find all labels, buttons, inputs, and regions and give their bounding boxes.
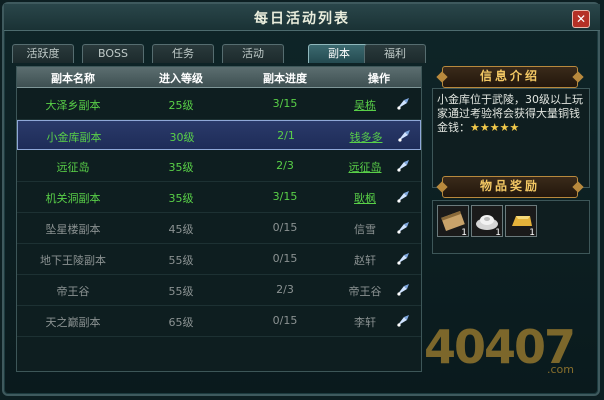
tab-boss[interactable]: BOSS [82, 44, 144, 63]
teleport-icon[interactable] [395, 96, 411, 110]
reward-label: 金钱： [437, 121, 470, 134]
info-description: 小金库位于武陵，30级以上玩家通过考验将会获得大量铜钱 [437, 93, 583, 120]
table-row[interactable]: 机关洞副本 35级 3/15 耿枫 [17, 182, 421, 213]
action-link[interactable]: 吴栋 [337, 97, 393, 113]
teleport-icon[interactable] [396, 128, 412, 142]
teleport-icon[interactable] [395, 251, 411, 265]
silver-ingot-icon[interactable]: 1 [471, 205, 503, 238]
teleport-icon[interactable] [395, 282, 411, 296]
dungeon-progress: 2/3 [276, 283, 294, 296]
entry-level: 55级 [168, 254, 194, 267]
table-row[interactable]: 远征岛 35级 2/3 远征岛 [17, 151, 421, 182]
watermark-suffix: .com [547, 363, 574, 376]
info-text: 小金库位于武陵，30级以上玩家通过考验将会获得大量铜钱 金钱：★★★★★ [437, 93, 585, 135]
entry-level: 35级 [168, 161, 194, 174]
info-box: 小金库位于武陵，30级以上玩家通过考验将会获得大量铜钱 金钱：★★★★★ [432, 88, 590, 188]
tab-events[interactable]: 活动 [222, 44, 284, 63]
action-link[interactable]: 信雪 [337, 221, 393, 237]
rating-stars: ★★★★★ [470, 121, 520, 134]
action-link[interactable]: 赵轩 [337, 252, 393, 268]
entry-level: 30级 [169, 131, 195, 144]
table-row[interactable]: 帝王谷 55级 2/3 帝王谷 [17, 275, 421, 306]
entry-level: 65级 [168, 316, 194, 329]
title-bar: 每日活动列表 ✕ [4, 4, 600, 31]
teleport-icon[interactable] [395, 220, 411, 234]
header-progress: 副本进度 [263, 72, 307, 85]
action-link[interactable]: 李轩 [337, 314, 393, 330]
dungeon-progress: 2/1 [277, 129, 295, 142]
dungeon-progress: 3/15 [272, 97, 298, 110]
table-row[interactable]: 大泽乡副本 25级 3/15 吴栋 [17, 89, 421, 120]
dungeon-name: 远征岛 [56, 161, 90, 174]
info-header: 信息介绍 [442, 66, 578, 88]
reward-box: 1 1 1 [432, 200, 590, 254]
site-watermark: 40407 .com [424, 320, 576, 380]
tab-welfare[interactable]: 福利 [364, 44, 426, 63]
gold-bar-icon[interactable]: 1 [505, 205, 537, 238]
rewards-header: 物品奖励 [442, 176, 578, 198]
table-row[interactable]: 地下王陵副本 55级 0/15 赵轩 [17, 244, 421, 275]
teleport-icon[interactable] [395, 158, 411, 172]
dungeon-progress: 0/15 [272, 314, 298, 327]
dungeon-name: 坠星楼副本 [45, 223, 101, 236]
action-link[interactable]: 远征岛 [337, 159, 393, 175]
teleport-icon[interactable] [395, 189, 411, 203]
header-name: 副本名称 [51, 72, 95, 85]
header-level: 进入等级 [159, 72, 203, 85]
close-button[interactable]: ✕ [572, 10, 590, 28]
action-link[interactable]: 帝王谷 [337, 283, 393, 299]
tab-activity[interactable]: 活跃度 [12, 44, 74, 63]
dungeon-name: 帝王谷 [56, 285, 90, 298]
tab-tasks[interactable]: 任务 [152, 44, 214, 63]
dungeon-name: 机关洞副本 [45, 192, 101, 205]
dungeon-name: 小金库副本 [46, 131, 102, 144]
teleport-icon[interactable] [395, 313, 411, 327]
dungeon-progress: 0/15 [272, 221, 298, 234]
action-link[interactable]: 钱多多 [338, 129, 394, 145]
dungeon-progress: 0/15 [272, 252, 298, 265]
dungeon-name: 天之巅副本 [45, 316, 101, 329]
dungeon-name: 地下王陵副本 [40, 254, 106, 267]
action-link[interactable]: 耿枫 [337, 190, 393, 206]
item-qty: 1 [529, 228, 535, 238]
dungeon-table: 副本名称 进入等级 副本进度 操作 大泽乡副本 25级 3/15 吴栋小金库副本 30级… [16, 66, 422, 372]
dungeon-progress: 3/15 [272, 190, 298, 203]
entry-level: 55级 [168, 285, 194, 298]
dialog-title: 每日活动列表 [254, 11, 350, 27]
item-qty: 1 [495, 228, 501, 238]
table-header: 副本名称 进入等级 副本进度 操作 [17, 67, 421, 88]
tab-dungeons[interactable]: 副本 [308, 44, 370, 63]
dungeon-name: 大泽乡副本 [45, 99, 101, 112]
table-row[interactable]: 坠星楼副本 45级 0/15 信雪 [17, 213, 421, 244]
header-action: 操作 [368, 72, 390, 85]
entry-level: 45级 [168, 223, 194, 236]
entry-level: 35级 [168, 192, 194, 205]
table-row[interactable]: 天之巅副本 65级 0/15 李轩 [17, 306, 421, 337]
table-row[interactable]: 小金库副本 30级 2/1 钱多多 [17, 120, 421, 150]
scroll-icon[interactable]: 1 [437, 205, 469, 238]
entry-level: 25级 [168, 99, 194, 112]
item-qty: 1 [461, 228, 467, 238]
dungeon-progress: 2/3 [276, 159, 294, 172]
